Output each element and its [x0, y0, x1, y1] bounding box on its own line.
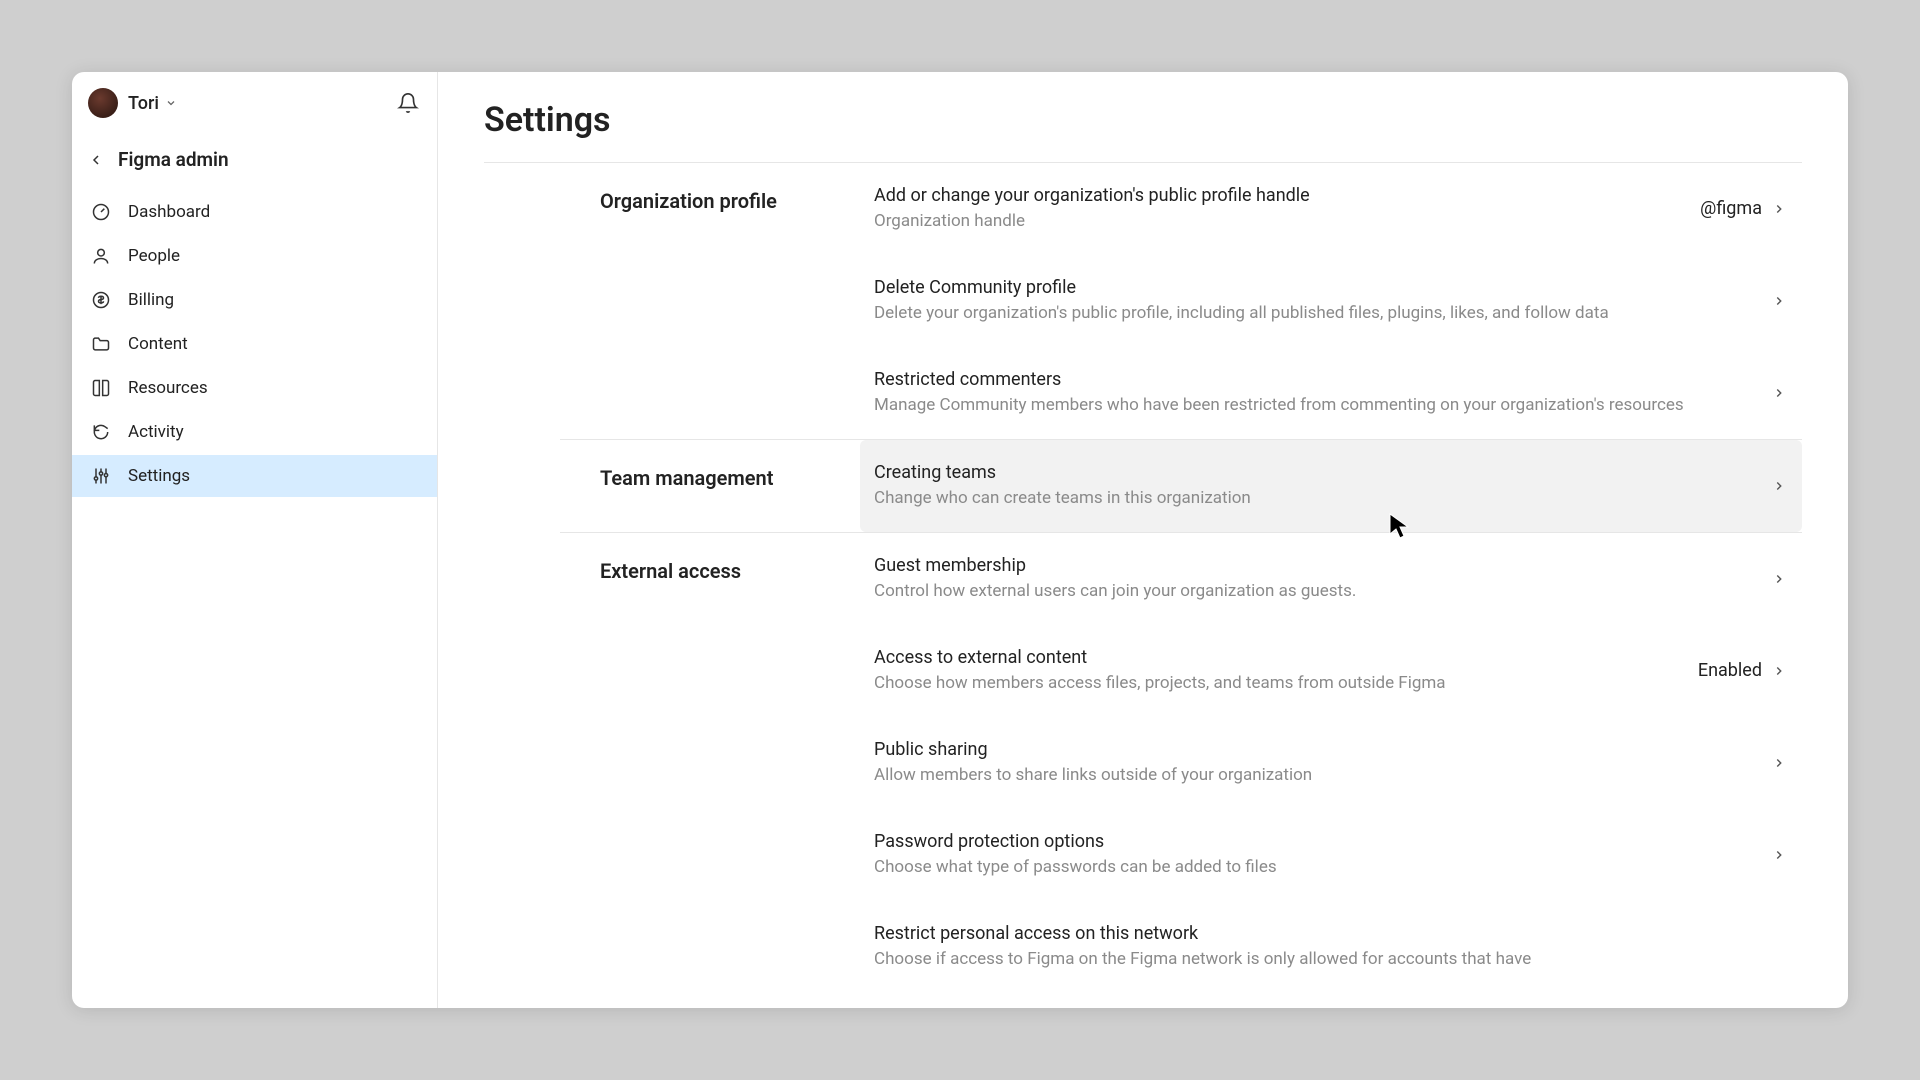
avatar[interactable]	[88, 88, 118, 118]
row-text: Restricted commenters Manage Community m…	[874, 369, 1772, 417]
section-team-management: Team management Creating teams Change wh…	[560, 440, 1802, 533]
chevron-right-icon	[1772, 572, 1786, 586]
page-title: Settings	[438, 72, 1848, 162]
row-public-sharing[interactable]: Public sharing Allow members to share li…	[860, 717, 1802, 809]
row-value: @figma	[1700, 198, 1762, 219]
row-desc: Choose how members access files, project…	[874, 672, 1698, 695]
row-creating-teams[interactable]: Creating teams Change who can create tea…	[860, 440, 1802, 532]
row-title: Creating teams	[874, 462, 1772, 483]
main-panel: Settings Organization profile Add or cha…	[438, 72, 1848, 1008]
section-rows: Creating teams Change who can create tea…	[860, 440, 1802, 532]
row-desc: Change who can create teams in this orga…	[874, 487, 1772, 510]
sidebar-item-label: Content	[128, 334, 188, 354]
row-text: Guest membership Control how external us…	[874, 555, 1772, 603]
sidebar-item-resources[interactable]: Resources	[72, 367, 437, 409]
username[interactable]: Tori	[128, 93, 159, 114]
sidebar-item-dashboard[interactable]: Dashboard	[72, 191, 437, 233]
sidebar: Tori Figma admin Dashboard	[72, 72, 438, 1008]
section-rows: Guest membership Control how external us…	[860, 533, 1802, 993]
row-text: Restrict personal access on this network…	[874, 923, 1786, 971]
chevron-right-icon	[1772, 756, 1786, 770]
dollar-icon	[90, 289, 112, 311]
app-window: Tori Figma admin Dashboard	[72, 72, 1848, 1008]
sidebar-item-people[interactable]: People	[72, 235, 437, 277]
row-guest-membership[interactable]: Guest membership Control how external us…	[860, 533, 1802, 625]
sidebar-item-activity[interactable]: Activity	[72, 411, 437, 453]
chevron-right-icon	[1772, 664, 1786, 678]
chevron-right-icon	[1772, 202, 1786, 216]
sidebar-item-settings[interactable]: Settings	[72, 455, 437, 497]
sidebar-item-billing[interactable]: Billing	[72, 279, 437, 321]
book-icon	[90, 377, 112, 399]
admin-label: Figma admin	[118, 148, 229, 171]
row-title: Add or change your organization's public…	[874, 185, 1700, 206]
row-delete-community-profile[interactable]: Delete Community profile Delete your org…	[860, 255, 1802, 347]
section-external-access: External access Guest membership Control…	[560, 533, 1802, 993]
row-desc: Choose if access to Figma on the Figma n…	[874, 948, 1786, 971]
sidebar-item-label: Resources	[128, 378, 208, 398]
row-restrict-personal-access[interactable]: Restrict personal access on this network…	[860, 901, 1802, 993]
activity-icon	[90, 421, 112, 443]
back-nav[interactable]: Figma admin	[72, 132, 437, 185]
row-text: Public sharing Allow members to share li…	[874, 739, 1772, 787]
sidebar-item-label: Billing	[128, 290, 174, 310]
row-text: Creating teams Change who can create tea…	[874, 462, 1772, 510]
section-title: External access	[560, 533, 860, 993]
row-desc: Control how external users can join your…	[874, 580, 1772, 603]
chevron-right-icon	[1772, 294, 1786, 308]
bell-icon[interactable]	[397, 92, 419, 114]
row-desc: Delete your organization's public profil…	[874, 302, 1772, 325]
folder-icon	[90, 333, 112, 355]
gauge-icon	[90, 201, 112, 223]
settings-content: Organization profile Add or change your …	[438, 163, 1848, 1008]
row-value: Enabled	[1698, 660, 1762, 681]
row-title: Access to external content	[874, 647, 1698, 668]
section-title: Team management	[560, 440, 860, 532]
row-desc: Allow members to share links outside of …	[874, 764, 1772, 787]
row-text: Password protection options Choose what …	[874, 831, 1772, 879]
row-password-protection[interactable]: Password protection options Choose what …	[860, 809, 1802, 901]
sidebar-item-label: Activity	[128, 422, 184, 442]
row-title: Guest membership	[874, 555, 1772, 576]
sidebar-item-content[interactable]: Content	[72, 323, 437, 365]
chevron-left-icon	[88, 152, 104, 168]
row-organization-handle[interactable]: Add or change your organization's public…	[860, 163, 1802, 255]
row-access-external-content[interactable]: Access to external content Choose how me…	[860, 625, 1802, 717]
row-title: Restricted commenters	[874, 369, 1772, 390]
section-rows: Add or change your organization's public…	[860, 163, 1802, 439]
row-desc: Organization handle	[874, 210, 1700, 233]
row-text: Access to external content Choose how me…	[874, 647, 1698, 695]
chevron-right-icon	[1772, 386, 1786, 400]
row-desc: Choose what type of passwords can be add…	[874, 856, 1772, 879]
row-desc: Manage Community members who have been r…	[874, 394, 1772, 417]
row-title: Delete Community profile	[874, 277, 1772, 298]
row-text: Delete Community profile Delete your org…	[874, 277, 1772, 325]
section-organization-profile: Organization profile Add or change your …	[560, 163, 1802, 440]
sliders-icon	[90, 465, 112, 487]
chevron-right-icon	[1772, 479, 1786, 493]
row-title: Password protection options	[874, 831, 1772, 852]
sidebar-item-label: Settings	[128, 466, 190, 486]
row-restricted-commenters[interactable]: Restricted commenters Manage Community m…	[860, 347, 1802, 439]
sidebar-item-label: People	[128, 246, 180, 266]
nav-list: Dashboard People Billing Content	[72, 185, 437, 499]
chevron-right-icon	[1772, 848, 1786, 862]
sidebar-header: Tori	[72, 72, 437, 132]
section-title: Organization profile	[560, 163, 860, 439]
sidebar-item-label: Dashboard	[128, 202, 210, 222]
person-icon	[90, 245, 112, 267]
row-title: Restrict personal access on this network	[874, 923, 1786, 944]
row-text: Add or change your organization's public…	[874, 185, 1700, 233]
chevron-down-icon[interactable]	[165, 94, 177, 113]
row-title: Public sharing	[874, 739, 1772, 760]
